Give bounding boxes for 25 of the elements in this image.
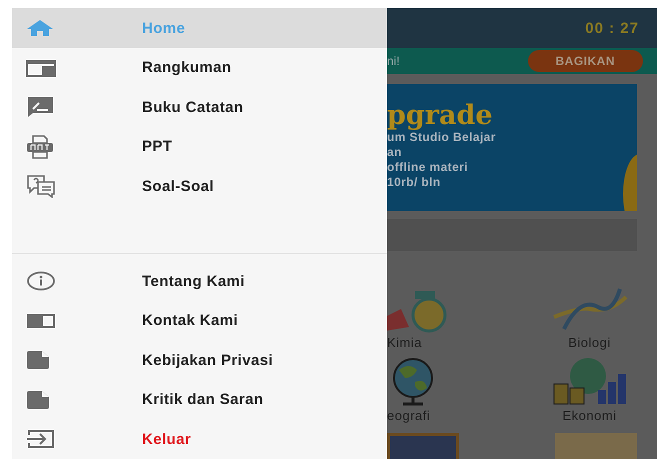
menu-item[interactable]: Rangkuman <box>12 48 387 88</box>
menu-item[interactable]: Tentang Kami <box>12 262 387 301</box>
menu-item[interactable]: Kebijakan Privasi <box>12 340 387 380</box>
question-chat-icon <box>26 174 56 198</box>
document-icon <box>26 390 50 410</box>
menu-item[interactable]: Soal-Soal <box>12 166 387 206</box>
promo-text: um Studio Belajar <box>387 130 497 145</box>
menu-item[interactable]: Buku Catatan <box>12 88 387 127</box>
house-icon <box>26 19 54 37</box>
menu-item[interactable]: Kontak Kami <box>12 301 387 340</box>
ppt-file-icon <box>26 134 54 159</box>
promo-text: 10rb/ bln <box>387 175 442 190</box>
notice-text: ni! <box>387 54 400 68</box>
pencil-note-icon <box>26 96 54 118</box>
promo-text: offline materi <box>387 160 469 175</box>
subject-tile-drawing <box>387 433 459 459</box>
timer: 00 : 27 <box>585 20 639 36</box>
exit-icon <box>26 429 56 450</box>
document-icon <box>26 350 50 370</box>
promo-title: pgrade <box>387 102 494 130</box>
promo-text: an <box>387 145 403 160</box>
menu-item[interactable]: Keluar <box>12 420 387 459</box>
info-icon <box>26 271 56 292</box>
menu-item[interactable]: Kritik dan Saran <box>12 380 387 420</box>
menu-item[interactable]: PPT <box>12 127 387 166</box>
